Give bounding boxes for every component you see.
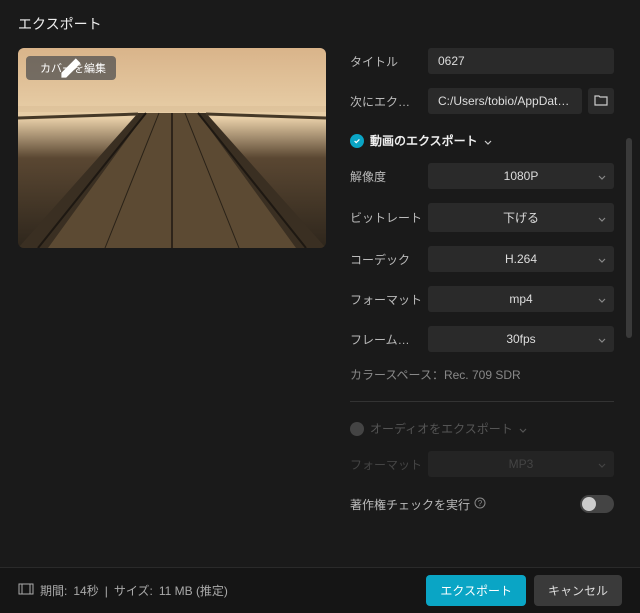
video-export-section-label: 動画のエクスポート: [370, 132, 478, 149]
copyright-check-toggle[interactable]: [580, 495, 614, 513]
audio-format-value: MP3: [509, 457, 534, 471]
resolution-select[interactable]: 1080P: [428, 163, 614, 189]
title-label: タイトル: [350, 53, 428, 70]
audio-format-label: フォーマット: [350, 456, 428, 473]
colorspace-info: カラースペース：Rec. 709 SDR: [350, 366, 614, 383]
browse-folder-button[interactable]: [588, 88, 614, 114]
chevron-down-icon: [484, 134, 492, 148]
footer-info: 期間: 14秒 | サイズ: 11 MB (推定): [18, 582, 228, 599]
duration-value: 14秒: [73, 582, 98, 599]
bitrate-label: ビットレート: [350, 209, 428, 226]
chevron-down-icon: [598, 332, 606, 346]
copyright-label-text: 著作権チェックを実行: [350, 496, 470, 513]
section-divider: [350, 401, 614, 402]
folder-icon: [594, 94, 608, 109]
export-path-input[interactable]: C:/Users/tobio/AppDat…: [428, 88, 582, 114]
cover-preview: カバーを編集: [18, 48, 326, 248]
codec-select[interactable]: H.264: [428, 246, 614, 272]
bitrate-value: 下げる: [503, 209, 539, 226]
copyright-check-label: 著作権チェックを実行 ?: [350, 496, 486, 513]
svg-text:?: ?: [478, 499, 483, 508]
info-separator: |: [105, 584, 108, 598]
duration-label: 期間:: [40, 582, 67, 599]
resolution-label: 解像度: [350, 168, 428, 185]
size-label: サイズ:: [114, 582, 153, 599]
codec-value: H.264: [505, 252, 537, 266]
size-value: 11 MB (推定): [159, 582, 228, 599]
chevron-down-icon: [598, 252, 606, 266]
framerate-select[interactable]: 30fps: [428, 326, 614, 352]
framerate-label: フレーム…: [350, 331, 428, 348]
edit-cover-button[interactable]: カバーを編集: [26, 56, 116, 80]
colorspace-label: カラースペース：: [350, 368, 444, 382]
dialog-title: エクスポート: [0, 0, 640, 48]
video-export-checkbox-icon: [350, 134, 364, 148]
chevron-down-icon: [598, 211, 606, 225]
title-input[interactable]: 0627: [428, 48, 614, 74]
chevron-down-icon: [598, 457, 606, 471]
audio-export-checkbox-icon: [350, 422, 364, 436]
chevron-down-icon: [598, 169, 606, 183]
chevron-down-icon: [519, 422, 527, 436]
scrollbar[interactable]: [626, 138, 632, 338]
resolution-value: 1080P: [504, 169, 539, 183]
export-button[interactable]: エクスポート: [426, 575, 526, 606]
info-icon[interactable]: ?: [474, 497, 486, 512]
cancel-button[interactable]: キャンセル: [534, 575, 622, 606]
format-value: mp4: [509, 292, 532, 306]
format-select[interactable]: mp4: [428, 286, 614, 312]
film-icon: [18, 583, 34, 598]
audio-export-section-toggle[interactable]: オーディオをエクスポート: [350, 420, 614, 437]
codec-label: コーデック: [350, 251, 428, 268]
chevron-down-icon: [598, 292, 606, 306]
audio-export-section-label: オーディオをエクスポート: [370, 420, 513, 437]
framerate-value: 30fps: [506, 332, 535, 346]
colorspace-value: Rec. 709 SDR: [444, 368, 521, 382]
format-label: フォーマット: [350, 291, 428, 308]
toggle-knob: [582, 497, 596, 511]
video-export-section-toggle[interactable]: 動画のエクスポート: [350, 132, 614, 149]
audio-format-select: MP3: [428, 451, 614, 477]
bitrate-select[interactable]: 下げる: [428, 203, 614, 232]
export-path-label: 次にエク…: [350, 93, 428, 110]
